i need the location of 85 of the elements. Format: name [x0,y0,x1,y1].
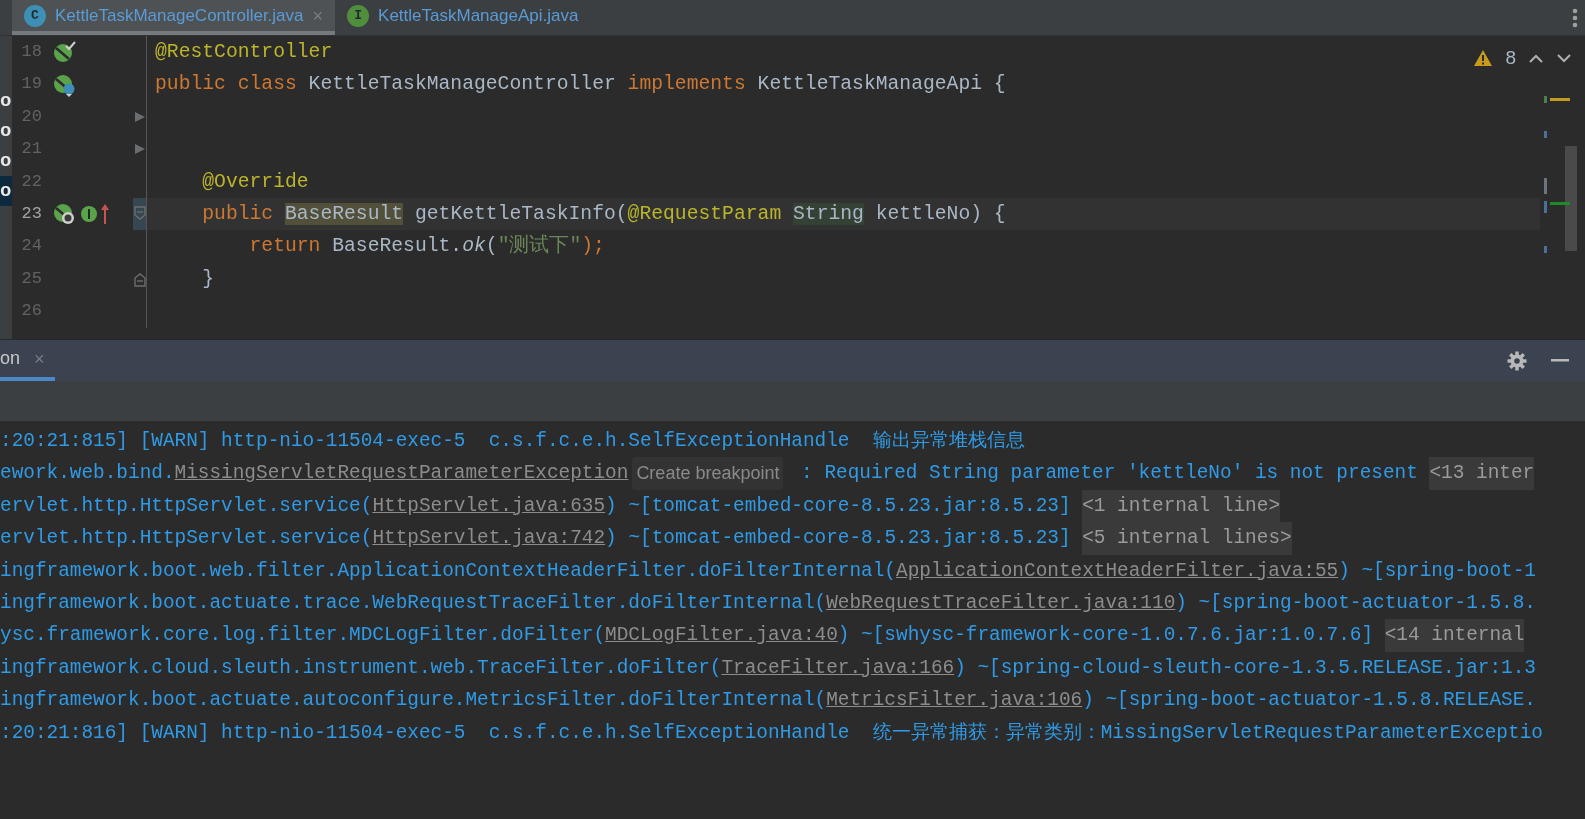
console-text: ysc.framework.core.log.filter.MDCLogFilter.doFilter( [0,623,606,649]
panel-item[interactable]: o [0,176,12,206]
code-token: String [793,202,864,225]
code-token: @RequestParam [627,202,783,225]
console-text: ework.web.bind. [0,461,175,487]
console-text: ingframework.boot.actuate.autoconfigure.MetricsFilter.doFilterInternal( [0,688,827,714]
code-token: BaseResult. [332,235,463,258]
source-link[interactable]: MDCLogFilter.java:40 [605,619,838,652]
code-token: @RestController [155,41,333,63]
console-text: :20:21:815] [WARN] http-nio-11504-exec-5 c.s.f.c.e.h.SelfExceptionHandle 输出异常堆栈信息 [0,429,1025,454]
source-link[interactable]: WebRequestTraceFilter.java:110 [826,586,1176,620]
more-icon[interactable] [1571,6,1579,29]
code-token: KettleTaskManageApi { [757,73,1006,96]
chevron-up-icon[interactable] [1528,53,1544,64]
console-text: ) ~[spring-cloud-sleuth-core-1.3.5.RELEASE.jar:1.3 [954,655,1536,681]
code-token: ( [485,235,498,258]
code-token: KettleTaskManageController [308,73,617,96]
console-text: ingframework.boot.actuate.trace.WebRequestTraceFilter.doFilterInternal( [0,590,827,616]
console-text: ervlet.http.HttpServlet.service( [0,493,373,519]
info-marker[interactable] [1550,202,1570,205]
scrollbar-thumb[interactable] [1565,146,1577,251]
line-number: 21 [20,138,42,161]
folded-lines[interactable]: <13 inter [1429,457,1535,490]
line-number: 24 [20,235,42,258]
panel-item[interactable]: o [0,116,12,146]
console-text: ) ~[swhysc-framework-core-1.0.7.6.jar:1.0.7.6] [837,623,1375,649]
code-token: return [248,235,322,258]
folded-lines[interactable]: <5 internal lines> [1082,522,1292,555]
console-text: ervlet.http.HttpServlet.service( [0,526,373,552]
code-token: ); [581,235,605,258]
console-text: ) ~[tomcat-embed-core-8.5.23.jar:8.5.23] [605,526,1072,552]
file-type-icon: I [347,4,370,27]
console-text: : Required String parameter 'kettleNo' is not present [800,461,1419,487]
line-number: 26 [20,300,42,323]
folded-lines[interactable]: <1 internal line> [1082,489,1281,523]
console-text: ) ~[tomcat-embed-core-8.5.23.jar:8.5.23] [605,493,1072,519]
console-text: ) ~[spring-boot-actuator-1.5.8.RELEASE. [1082,688,1536,714]
file-tab[interactable]: C KettleTaskManageController.java × [12,0,336,35]
source-link[interactable]: HttpServlet.java:742 [372,522,606,555]
code-token: BaseResult [284,202,404,225]
warning-count[interactable]: 8 [1505,44,1516,73]
code-token: } [201,267,215,290]
line-number: 18 [20,41,42,63]
code-token: "测试下" [497,235,582,258]
change-marker [1544,178,1547,194]
change-marker [1544,96,1547,103]
create-breakpoint-hint[interactable]: Create breakpoint [632,457,784,490]
settings-icon[interactable] [1507,350,1527,371]
console-text: ) ~[spring-boot-actuator-1.5.8. [1175,590,1536,616]
line-number: 25 [20,267,42,290]
minimize-icon[interactable] [1551,358,1569,363]
console-text: :20:21:816] [WARN] http-nio-11504-exec-5 c.s.f.c.e.h.SelfExceptionHandle 统一异常捕获：异常类别：MissingServletRequestParameterExceptio [0,720,1543,746]
warning-marker[interactable] [1550,98,1570,101]
warning-icon[interactable] [1473,49,1494,68]
console-text: ingframework.cloud.sleuth.instrument.web.TraceFilter.doFilter( [0,655,722,681]
file-tab[interactable]: I KettleTaskManageApi.java [335,0,591,35]
code-token: public class [155,73,298,96]
source-link[interactable]: TraceFilter.java:166 [721,651,955,685]
code-token: implements [627,73,747,96]
change-marker [1544,201,1547,213]
source-link[interactable]: MissingServletRequestParameterException [174,457,629,490]
line-number: 22 [20,170,42,193]
code-token: kettleNo) { [874,202,1006,225]
code-token: @Override [201,170,309,193]
code-token: public [201,202,275,225]
close-icon[interactable]: × [34,349,45,368]
panel-item[interactable]: o [0,86,12,116]
source-link[interactable]: MetricsFilter.java:106 [826,684,1083,717]
panel-item[interactable]: o [0,146,12,176]
change-marker [1544,131,1547,138]
chevron-down-icon[interactable] [1556,53,1572,64]
code-token: ok [462,235,486,258]
console-text: ingframework.boot.web.filter.ApplicationContextHeaderFilter.doFilterInternal( [0,558,896,584]
folded-lines[interactable]: <14 internal [1384,619,1525,652]
file-type-icon: C [24,4,46,27]
line-number: 23 [20,202,42,225]
change-marker [1544,246,1547,253]
line-number: 20 [20,105,42,128]
override-arrow-icon[interactable] [100,202,110,227]
code-token: getKettleTaskInfo( [413,202,628,225]
source-link[interactable]: HttpServlet.java:635 [372,489,606,523]
console-text: ) ~[spring-boot-1 [1338,558,1536,584]
line-number: 19 [20,73,42,96]
source-link[interactable]: ApplicationContextHeaderFilter.java:55 [896,554,1339,587]
bean-check-icon[interactable] [52,40,78,65]
